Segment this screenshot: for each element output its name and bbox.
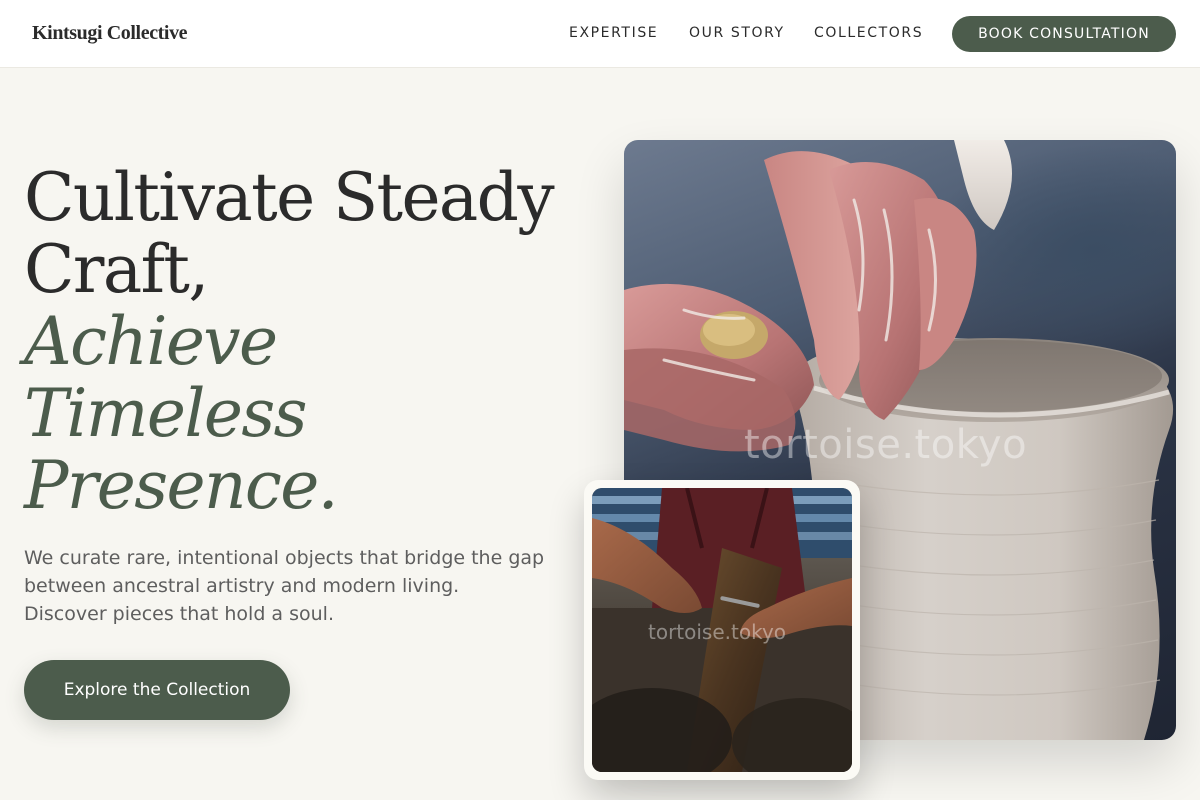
headline-line-2: Craft,	[24, 231, 209, 308]
nav-link-expertise[interactable]: EXPERTISE	[569, 25, 658, 41]
explore-collection-button[interactable]: Explore the Collection	[24, 660, 290, 720]
brand-logo[interactable]: Kintsugi Collective	[32, 22, 188, 45]
book-consultation-button[interactable]: BOOK CONSULTATION	[952, 16, 1176, 52]
nav-link-collectors[interactable]: COLLECTORS	[814, 25, 923, 41]
headline-accent-line-2: Timeless	[24, 375, 307, 452]
top-navigation-bar: Kintsugi Collective EXPERTISE OUR STORY …	[0, 0, 1200, 68]
nav-link-our-story[interactable]: OUR STORY	[689, 25, 785, 41]
description-line-1: We curate rare, intentional objects that…	[24, 547, 545, 569]
craftsman-photo-card: tortoise.tokyo	[584, 480, 860, 780]
headline-line-1: Cultivate Steady	[24, 159, 555, 236]
leather-craftsman-photo: tortoise.tokyo	[592, 488, 852, 772]
description-line-2: between ancestral artistry and modern li…	[24, 575, 460, 597]
hero-headline: Cultivate Steady Craft, Achieve Timeless…	[24, 162, 584, 522]
description-line-3: Discover pieces that hold a soul.	[24, 603, 335, 625]
image-watermark: tortoise.tokyo	[744, 422, 1028, 468]
headline-accent-line-1: Achieve	[24, 303, 278, 380]
headline-accent-line-3: Presence.	[24, 447, 339, 524]
hero-description: We curate rare, intentional objects that…	[24, 544, 564, 628]
image-watermark-small: tortoise.tokyo	[648, 620, 787, 644]
